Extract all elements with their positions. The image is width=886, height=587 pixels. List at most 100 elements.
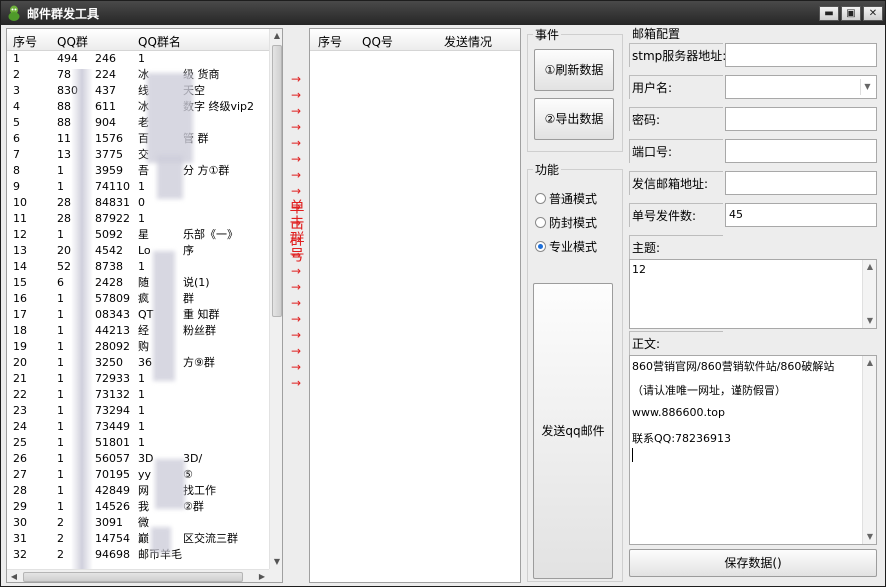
config-field-input[interactable]: [725, 171, 877, 195]
table-row[interactable]: 16 1 疯 57809 群: [7, 291, 269, 307]
cell-index: 20: [13, 356, 27, 369]
body-label: 正文:: [629, 331, 723, 355]
radio-normal-mode[interactable]: 普通模式: [535, 191, 597, 207]
scroll-down-icon[interactable]: ▼: [863, 314, 877, 328]
qq-group-list[interactable]: 序号 QQ群 QQ群名 1 494 1 246 2 78 冰 224 级 货商 3 830 线 437 天…: [6, 28, 283, 583]
scroll-right-icon[interactable]: ▶: [255, 570, 269, 582]
scroll-left-icon[interactable]: ◀: [7, 570, 21, 582]
close-button[interactable]: ✕: [863, 6, 883, 21]
body-text-line: www.886600.top: [632, 406, 725, 419]
scroll-down-icon[interactable]: ▼: [863, 530, 877, 544]
cell-qq-group-tail: 51801: [95, 436, 130, 449]
cell-qq-group-tail: 84831: [95, 196, 130, 209]
header-qq-group[interactable]: QQ群: [57, 33, 88, 50]
arrow-right-icon: →: [290, 120, 302, 134]
send-qq-mail-button[interactable]: 发送qq邮件: [533, 283, 613, 579]
table-row[interactable]: 32 2 邮币羊毛 94698: [7, 547, 269, 563]
header-index[interactable]: 序号: [13, 33, 37, 50]
subject-scrollbar[interactable]: ▲ ▼: [862, 260, 876, 328]
table-row[interactable]: 27 1 yy 70195 ⑤: [7, 467, 269, 483]
cell-group-name: 1: [138, 436, 145, 449]
radio-dot[interactable]: [535, 193, 546, 204]
table-row[interactable]: 17 1 QT 08343 重 知群: [7, 307, 269, 323]
username-dropdown[interactable]: ▼: [725, 75, 877, 99]
header-index[interactable]: 序号: [318, 33, 342, 50]
table-row[interactable]: 6 11 百 1576 管 群: [7, 131, 269, 147]
table-row[interactable]: 3 830 线 437 天空: [7, 83, 269, 99]
qq-group-rows: 1 494 1 246 2 78 冰 224 级 货商 3 830 线 437 天空 4 88 冰 611 数字 终…: [7, 51, 269, 563]
save-data-button[interactable]: 保存数据(): [629, 549, 877, 577]
table-row[interactable]: 25 1 1 51801: [7, 435, 269, 451]
scroll-down-icon[interactable]: ▼: [270, 555, 282, 569]
radio-pro-mode[interactable]: 专业模式: [535, 239, 597, 255]
table-row[interactable]: 28 1 网 42849 找工作: [7, 483, 269, 499]
refresh-data-button[interactable]: ①刷新数据: [534, 49, 614, 91]
config-field-label: stmp服务器地址:: [629, 43, 726, 67]
scroll-up-icon[interactable]: ▲: [270, 29, 282, 43]
table-row[interactable]: 24 1 1 73449: [7, 419, 269, 435]
table-row[interactable]: 30 2 微 3091: [7, 515, 269, 531]
table-row[interactable]: 19 1 购 28092: [7, 339, 269, 355]
cell-index: 31: [13, 532, 27, 545]
window-title: 邮件群发工具: [27, 7, 100, 21]
table-row[interactable]: 8 1 吾 3959 分 方①群: [7, 163, 269, 179]
table-row[interactable]: 5 88 老 904: [7, 115, 269, 131]
table-row[interactable]: 10 28 0 84831: [7, 195, 269, 211]
table-row[interactable]: 23 1 1 73294: [7, 403, 269, 419]
table-row[interactable]: 9 1 1 74110: [7, 179, 269, 195]
table-row[interactable]: 18 1 经 44213 粉丝群: [7, 323, 269, 339]
radio-dot[interactable]: [535, 217, 546, 228]
table-row[interactable]: 20 1 36 3250 方⑨群: [7, 355, 269, 371]
cell-group-name: 1: [138, 420, 145, 433]
send-status-list[interactable]: 序号 QQ号 发送情况: [309, 28, 521, 583]
header-send-status[interactable]: 发送情况: [444, 33, 492, 50]
minimize-button[interactable]: ▬: [819, 6, 839, 21]
scroll-thumb[interactable]: [272, 45, 282, 317]
maximize-button[interactable]: ▣: [841, 6, 861, 21]
table-row[interactable]: 4 88 冰 611 数字 终级vip2: [7, 99, 269, 115]
table-row[interactable]: 11 28 1 87922: [7, 211, 269, 227]
horizontal-scrollbar[interactable]: ◀ ▶: [7, 569, 269, 582]
chevron-down-icon[interactable]: ▼: [860, 79, 874, 95]
app-logo-icon: [8, 5, 20, 21]
subject-label: 主题:: [629, 235, 723, 259]
cell-qq-group-tail: 72933: [95, 372, 130, 385]
vertical-scrollbar[interactable]: ▲ ▼: [269, 29, 282, 569]
cell-index: 4: [13, 100, 20, 113]
table-row[interactable]: 29 1 我 14526 ②群: [7, 499, 269, 515]
table-row[interactable]: 13 20 Lo 4542 序: [7, 243, 269, 259]
cell-qq-group-tail: 14526: [95, 500, 130, 513]
h-scroll-thumb[interactable]: [23, 572, 243, 582]
scroll-up-icon[interactable]: ▲: [863, 356, 877, 370]
radio-dot-selected[interactable]: [535, 241, 546, 252]
cell-group-name-tail: 方⑨群: [183, 356, 215, 369]
config-field-input[interactable]: [725, 107, 877, 131]
table-row[interactable]: 1 494 1 246: [7, 51, 269, 67]
header-group-name[interactable]: QQ群名: [138, 33, 181, 50]
config-field-input[interactable]: [725, 139, 877, 163]
table-row[interactable]: 7 13 交 3775: [7, 147, 269, 163]
export-data-button[interactable]: ②导出数据: [534, 98, 614, 140]
send-status-header: 序号 QQ号 发送情况: [310, 29, 520, 51]
cell-group-name-tail: ⑤: [183, 468, 193, 481]
table-row[interactable]: 12 1 星 5092 乐部《一》: [7, 227, 269, 243]
radio-label: 防封模式: [549, 216, 598, 230]
table-row[interactable]: 14 52 1 8738: [7, 259, 269, 275]
cell-index: 29: [13, 500, 27, 513]
header-qq-number[interactable]: QQ号: [362, 33, 393, 50]
cell-group-name: 1: [138, 52, 145, 65]
table-row[interactable]: 21 1 1 72933: [7, 371, 269, 387]
radio-anti-ban-mode[interactable]: 防封模式: [535, 215, 597, 231]
table-row[interactable]: 2 78 冰 224 级 货商: [7, 67, 269, 83]
scroll-up-icon[interactable]: ▲: [863, 260, 877, 274]
config-field-input[interactable]: [725, 43, 877, 67]
config-field-input[interactable]: 45: [725, 203, 877, 227]
body-scrollbar[interactable]: ▲ ▼: [862, 356, 876, 544]
subject-textarea[interactable]: 12 ▲ ▼: [629, 259, 877, 329]
body-textarea[interactable]: ▲ ▼ 860营销官网/860营销软件站/860破解站 （请认准唯一网址，谨防假冒…: [629, 355, 877, 545]
table-row[interactable]: 15 6 随 2428 说(1): [7, 275, 269, 291]
arrow-right-icon: →: [290, 376, 302, 390]
table-row[interactable]: 22 1 1 73132: [7, 387, 269, 403]
table-row[interactable]: 31 2 巅 14754 区交流三群: [7, 531, 269, 547]
table-row[interactable]: 26 1 3D 56057 3D/: [7, 451, 269, 467]
